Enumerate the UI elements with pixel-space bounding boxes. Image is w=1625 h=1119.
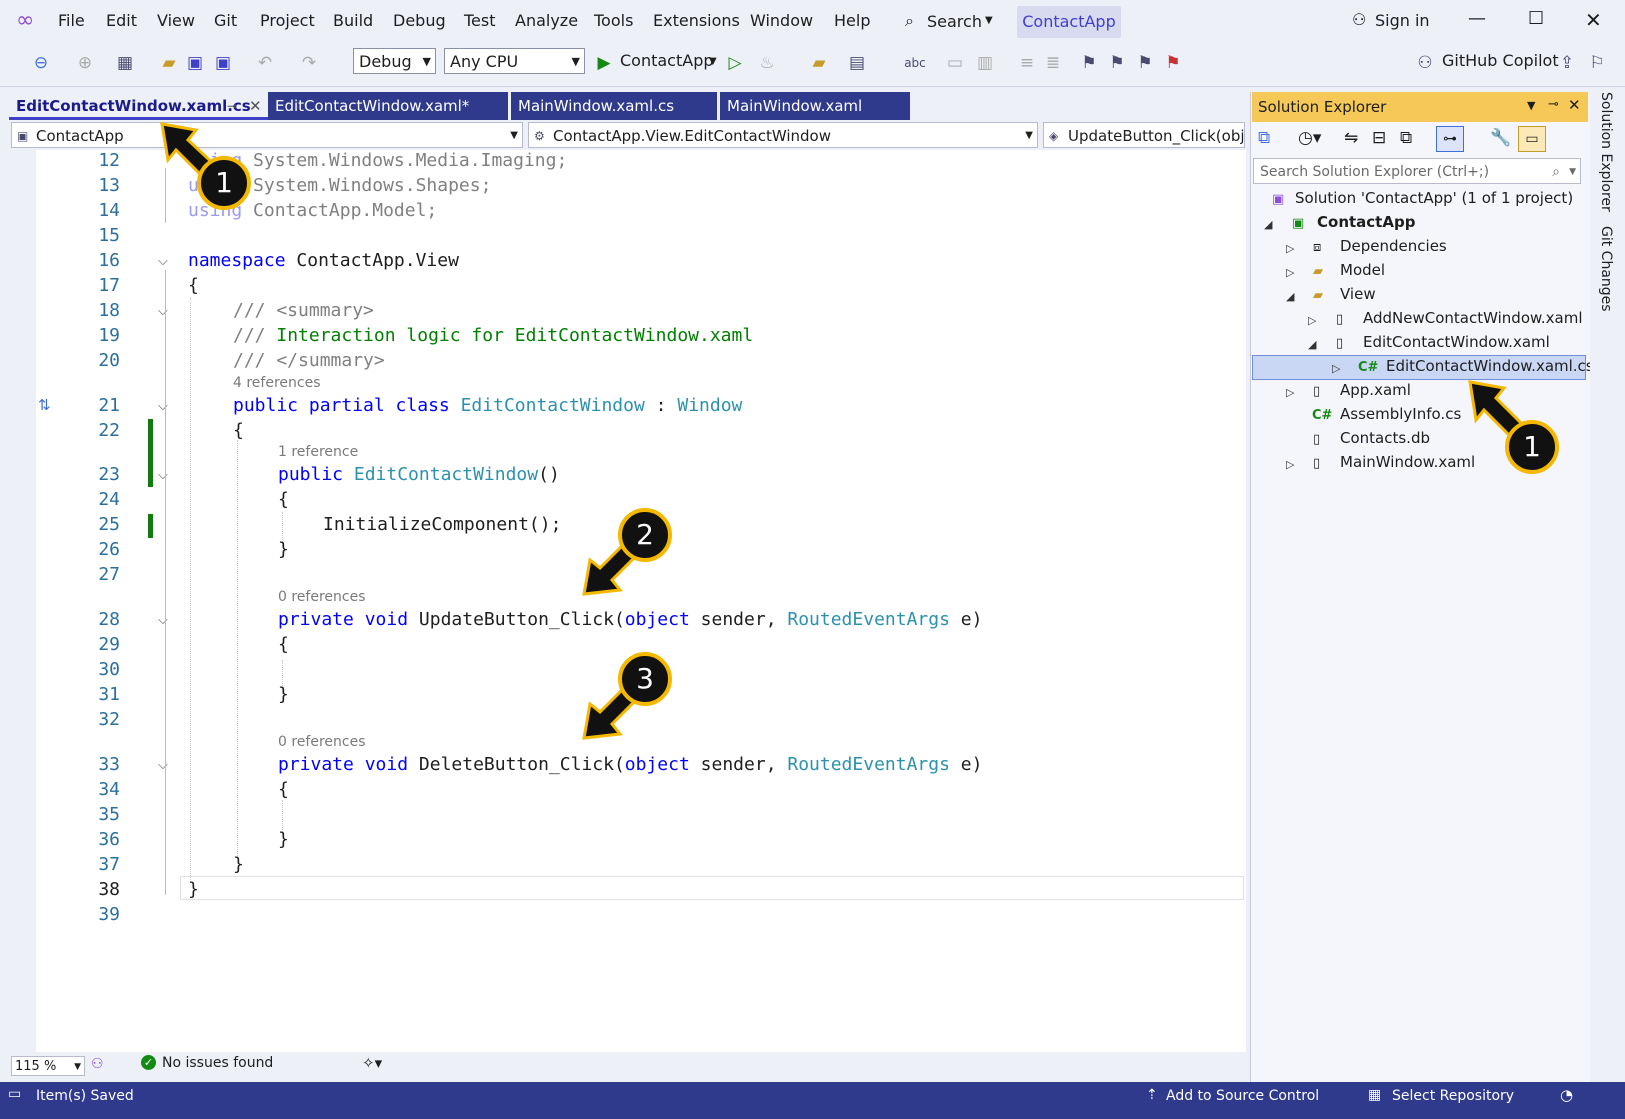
annotation-badge-1: 1 bbox=[197, 156, 251, 210]
annotation-badge-1-solution-explorer: 1 bbox=[1505, 420, 1559, 474]
annotation-badge-2: 2 bbox=[618, 508, 672, 562]
annotation-badge-3: 3 bbox=[618, 652, 672, 706]
